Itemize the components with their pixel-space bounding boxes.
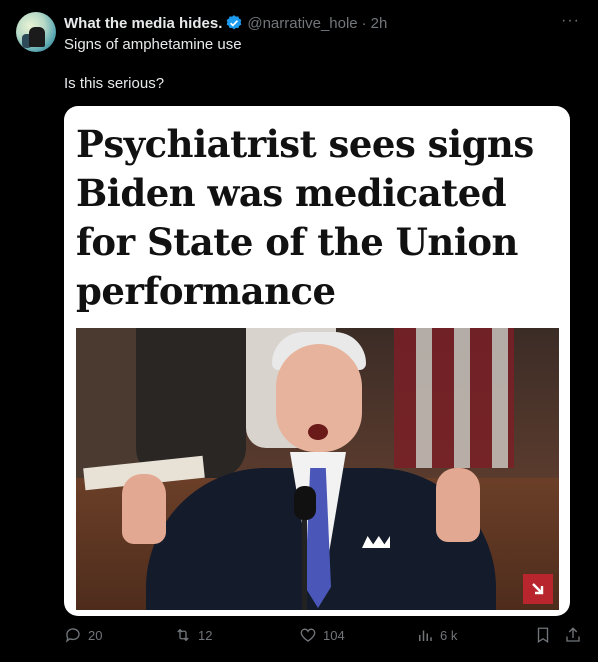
- arrow-down-right-icon: [532, 583, 544, 595]
- reply-count: 20: [88, 627, 103, 643]
- views-button[interactable]: 6 k: [416, 626, 457, 644]
- photo-speaker-left-hand: [122, 474, 166, 544]
- retweet-count: 12: [198, 627, 213, 643]
- author-handle[interactable]: @narrative_hole: [247, 15, 357, 32]
- timestamp[interactable]: 2h: [371, 15, 388, 32]
- bookmark-icon: [537, 627, 549, 644]
- photo-speaker-mouth: [308, 424, 328, 440]
- share-button[interactable]: [564, 626, 582, 644]
- reply-icon: [65, 628, 80, 643]
- card-photo[interactable]: [76, 328, 559, 610]
- avatar[interactable]: [16, 12, 56, 52]
- bookmark-button[interactable]: [534, 626, 552, 644]
- photo-flag: [394, 328, 514, 468]
- tweet-text-line-2: Is this serious?: [64, 75, 165, 92]
- tweet-header: What the media hides. @narrative_hole · …: [64, 13, 387, 33]
- retweet-button[interactable]: 12: [174, 626, 212, 644]
- media-card[interactable]: Psychiatrist sees signs Biden was medica…: [64, 106, 570, 616]
- tweet[interactable]: What the media hides. @narrative_hole · …: [0, 0, 598, 662]
- author-name[interactable]: What the media hides.: [64, 15, 222, 32]
- views-count: 6 k: [440, 627, 458, 643]
- photo-background-person: [136, 328, 246, 478]
- tweet-text-line-1: Signs of amphetamine use: [64, 36, 242, 53]
- verified-badge-icon: [225, 14, 243, 32]
- separator-dot: ·: [361, 14, 367, 32]
- action-bar: 20 12 104 6 k: [64, 626, 584, 650]
- retweet-icon: [177, 628, 189, 642]
- avatar-figure: [29, 27, 45, 47]
- reply-button[interactable]: 20: [64, 626, 102, 644]
- more-options-icon[interactable]: ···: [561, 12, 580, 30]
- photo-microphone: [294, 486, 316, 520]
- views-icon: [419, 630, 432, 641]
- like-count: 104: [323, 627, 345, 643]
- share-icon: [566, 627, 580, 642]
- publisher-badge: [523, 574, 553, 604]
- like-button[interactable]: 104: [299, 626, 345, 644]
- card-headline: Psychiatrist sees signs Biden was medica…: [76, 122, 534, 313]
- photo-speaker-right-hand: [436, 468, 480, 542]
- photo-mic-stand: [302, 518, 307, 610]
- like-icon: [300, 628, 316, 642]
